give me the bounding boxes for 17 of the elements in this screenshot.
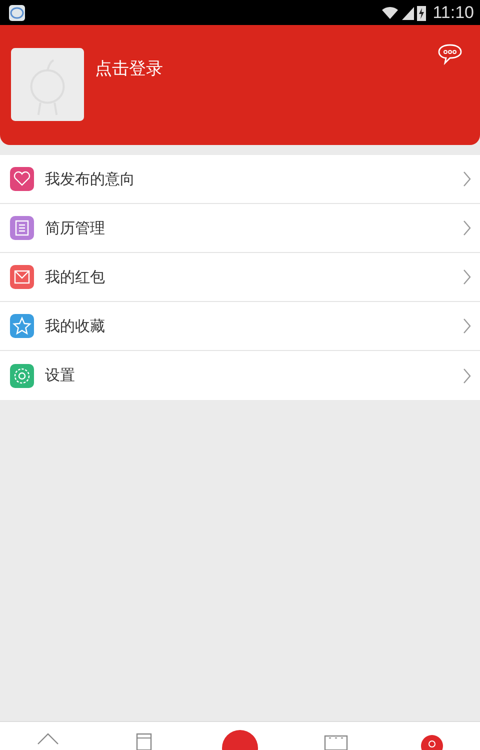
chevron-icon [463,171,471,187]
wifi-icon [380,6,399,20]
menu-item[interactable]: 我发布的意向 [0,155,480,204]
chevron-icon [463,220,471,236]
menu-item[interactable]: 我的红包 [0,253,480,302]
login-link[interactable]: 点击登录 [95,57,163,80]
signal-icon [402,6,414,20]
status-time: 11:10 [432,2,474,22]
chevron-icon [463,368,471,384]
app-icon [8,4,26,22]
menu-item[interactable]: 设置 [0,351,480,400]
message-icon[interactable] [438,43,462,65]
menu-item[interactable]: 简历管理 [0,204,480,253]
battery-icon [416,4,426,20]
menu-item[interactable]: 我的收藏 [0,302,480,351]
chevron-icon [463,269,471,285]
chevron-icon [463,318,471,334]
